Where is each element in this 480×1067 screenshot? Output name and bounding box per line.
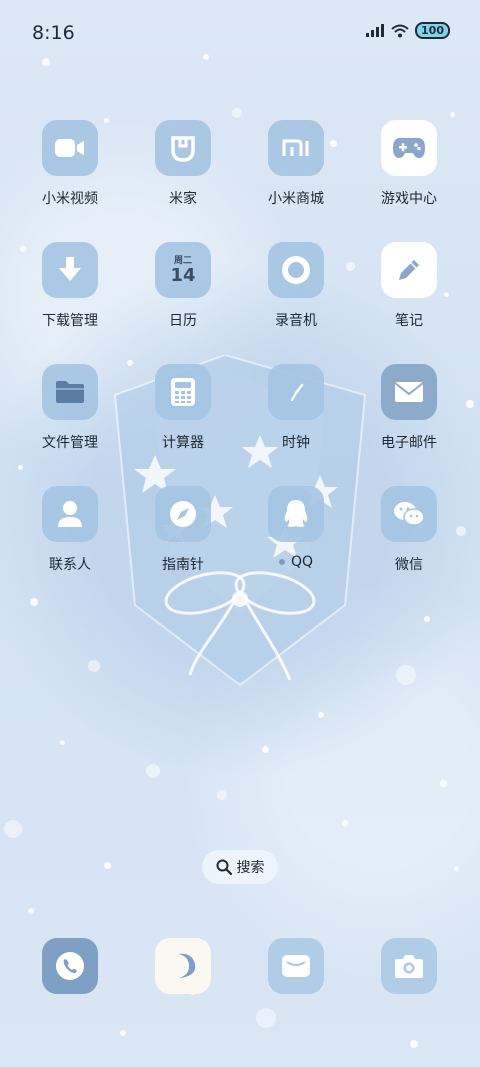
app-label-text: QQ	[290, 554, 314, 570]
message-icon	[282, 955, 310, 977]
app-qq[interactable]: QQ	[246, 486, 346, 570]
app-label: 小米商城	[268, 191, 324, 207]
app-contacts[interactable]: 联系人	[20, 486, 120, 574]
app-clock[interactable]: 时钟	[246, 364, 346, 452]
phone-icon	[56, 952, 84, 980]
status-bar: 8:16 100	[0, 0, 480, 68]
status-time: 8:16	[32, 22, 75, 44]
mi-store-icon	[268, 120, 324, 176]
search-button[interactable]: 搜索	[202, 850, 278, 884]
app-email[interactable]: 电子邮件	[359, 364, 459, 452]
calculator-icon	[155, 364, 211, 420]
mail-icon	[381, 364, 437, 420]
compass-icon	[155, 486, 211, 542]
app-label: 指南针	[162, 557, 204, 573]
moon-icon	[178, 953, 196, 978]
calendar-date: 14	[170, 264, 196, 286]
mijia-icon	[155, 120, 211, 176]
app-label: 联系人	[49, 557, 91, 573]
app-file-manager[interactable]: 文件管理	[20, 364, 120, 452]
app-label: 日历	[169, 313, 197, 329]
app-mi-video[interactable]: 小米视频	[20, 120, 120, 208]
wechat-icon	[381, 486, 437, 542]
calendar-weekday: 周二	[173, 255, 192, 266]
app-label: 笔记	[395, 313, 423, 329]
dock-camera[interactable]	[381, 938, 437, 994]
app-notes[interactable]: 笔记	[359, 242, 459, 330]
app-label: 时钟	[282, 435, 310, 451]
app-mi-store[interactable]: 小米商城	[246, 120, 346, 208]
recorder-icon	[268, 242, 324, 298]
pencil-icon	[381, 242, 437, 298]
app-label: QQ	[246, 554, 346, 570]
app-label: 米家	[169, 191, 197, 207]
app-label: 小米视频	[42, 191, 98, 207]
app-wechat[interactable]: 微信	[359, 486, 459, 574]
app-compass[interactable]: 指南针	[133, 486, 233, 574]
app-label: 电子邮件	[381, 435, 437, 451]
folder-icon	[42, 364, 98, 420]
battery-icon: 100	[415, 22, 450, 39]
signal-icon	[366, 23, 385, 37]
app-label: 游戏中心	[381, 191, 437, 207]
app-calculator[interactable]: 计算器	[133, 364, 233, 452]
app-recorder[interactable]: 录音机	[246, 242, 346, 330]
dock-weather[interactable]	[155, 938, 211, 994]
app-label: 计算器	[162, 435, 204, 451]
app-label: 文件管理	[42, 435, 98, 451]
search-label: 搜索	[236, 860, 265, 876]
wifi-icon	[391, 24, 409, 37]
app-label: 录音机	[275, 313, 317, 329]
new-install-dot	[278, 559, 285, 565]
contact-icon	[42, 486, 98, 542]
app-game-center[interactable]: 游戏中心	[359, 120, 459, 208]
dock-phone[interactable]	[42, 938, 98, 994]
dock-messages[interactable]	[268, 938, 324, 994]
clock-icon	[268, 364, 324, 420]
app-label: 微信	[395, 557, 423, 573]
app-mijia[interactable]: 米家	[133, 120, 233, 208]
app-download-manager[interactable]: 下载管理	[20, 242, 120, 330]
download-icon	[42, 242, 98, 298]
search-icon	[216, 859, 232, 875]
gamepad-icon	[381, 120, 437, 176]
app-calendar[interactable]: 周二 14 日历	[133, 242, 233, 330]
calendar-icon: 周二 14	[155, 242, 211, 298]
app-label: 下载管理	[42, 313, 98, 329]
video-icon	[42, 120, 98, 176]
camera-icon	[395, 955, 423, 978]
qq-icon	[268, 486, 324, 542]
